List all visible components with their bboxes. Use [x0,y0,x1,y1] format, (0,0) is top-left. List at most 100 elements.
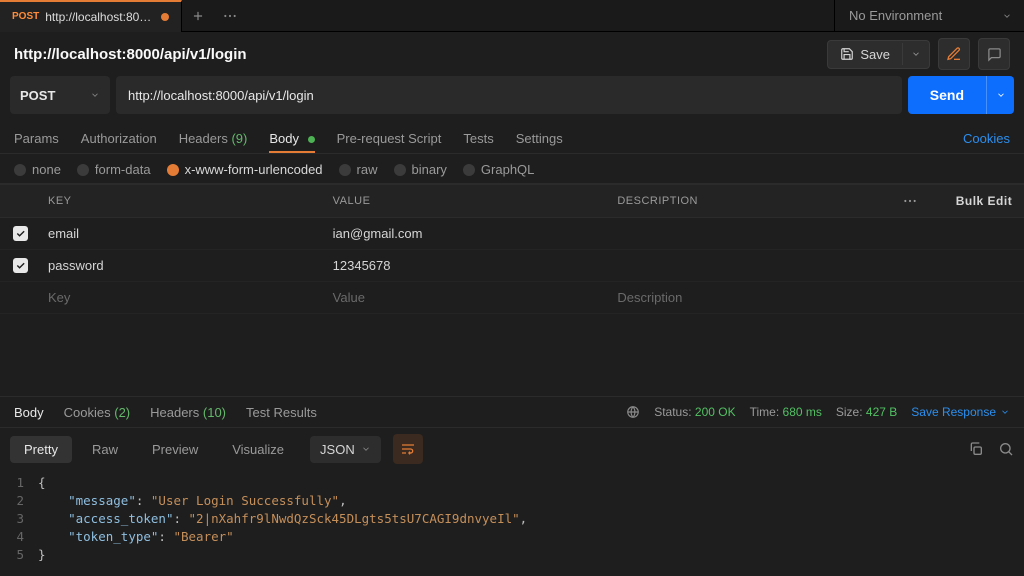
line-number: 2 [0,492,38,510]
url-input[interactable]: http://localhost:8000/api/v1/login [116,76,902,114]
http-method-select[interactable]: POST [10,76,110,114]
line-number: 4 [0,528,38,546]
tab-headers[interactable]: Headers (9) [179,131,248,146]
kv-header-row: KEY VALUE DESCRIPTION Bulk Edit [0,184,1024,218]
kv-header-value: VALUE [325,195,610,207]
kv-row-new[interactable]: Key Value Description [0,282,1024,314]
row-checkbox[interactable] [13,226,28,241]
tab-body[interactable]: Body [269,131,314,146]
kv-header-key: KEY [40,195,325,207]
body-type-graphql[interactable]: GraphQL [463,162,534,177]
check-icon [15,228,26,239]
save-icon [840,47,854,61]
response-toolbar: Pretty Raw Preview Visualize JSON [0,428,1024,470]
tab-headers-count: (9) [231,131,247,146]
tab-title: http://localhost:8000/ [45,10,155,24]
tab-overflow-button[interactable] [214,8,246,24]
kv-key-cell[interactable]: password [40,258,325,273]
check-icon [15,260,26,271]
tab-params[interactable]: Params [14,131,59,146]
resp-tab-cookies[interactable]: Cookies (2) [64,405,130,420]
radio-icon [463,164,475,176]
cookies-link[interactable]: Cookies [963,131,1010,146]
wrap-icon [400,441,416,457]
copy-icon [968,441,984,457]
view-raw[interactable]: Raw [78,436,132,463]
view-visualize[interactable]: Visualize [218,436,298,463]
kv-row: password 12345678 [0,250,1024,282]
line-number: 1 [0,474,38,492]
status-time: 680 ms [783,405,822,419]
tab-prerequest[interactable]: Pre-request Script [337,131,442,146]
chevron-down-icon [90,90,100,100]
tab-auth[interactable]: Authorization [81,131,157,146]
kv-value-cell[interactable]: 12345678 [325,258,610,273]
resp-tab-tests[interactable]: Test Results [246,405,317,420]
row-checkbox[interactable] [13,258,28,273]
chevron-down-icon [1000,407,1010,417]
radio-icon [14,164,26,176]
tab-method-label: POST [12,11,39,22]
save-options-button[interactable] [902,43,929,65]
resp-tab-body[interactable]: Body [14,405,44,420]
kv-value-placeholder[interactable]: Value [325,290,610,305]
comment-icon [987,47,1002,62]
resp-tab-headers[interactable]: Headers (10) [150,405,226,420]
request-tabs: Params Authorization Headers (9) Body Pr… [0,124,1024,154]
status-code: 200 OK [695,405,736,419]
dots-icon [902,193,918,209]
line-number: 3 [0,510,38,528]
split-gap [0,314,1024,396]
globe-icon[interactable] [626,405,640,419]
http-method-label: POST [20,88,55,103]
radio-icon [394,164,406,176]
send-label: Send [930,87,964,103]
radio-icon [339,164,351,176]
line-number: 5 [0,546,38,564]
wrap-lines-button[interactable] [393,434,423,464]
tab-bar: POST http://localhost:8000/ No Environme… [0,0,1024,32]
save-button[interactable]: Save [828,41,902,68]
bulk-edit-button[interactable]: Bulk Edit [944,194,1024,208]
view-pretty[interactable]: Pretty [10,436,72,463]
kv-columns-button[interactable] [894,193,944,209]
kv-header-desc: DESCRIPTION [609,195,894,207]
pencil-icon [946,46,962,62]
new-tab-button[interactable] [182,9,214,23]
save-response-button[interactable]: Save Response [911,405,1010,419]
search-icon [998,441,1014,457]
tab-tests[interactable]: Tests [463,131,493,146]
response-status-bar: Status: 200 OK Time: 680 ms Size: 427 B … [626,405,1010,419]
send-button[interactable]: Send [908,76,986,114]
tab-headers-label: Headers [179,131,228,146]
body-type-formdata[interactable]: form-data [77,162,151,177]
edit-button[interactable] [938,38,970,70]
kv-value-cell[interactable]: ian@gmail.com [325,226,610,241]
response-body[interactable]: 1{ 2 "message": "User Login Successfully… [0,470,1024,564]
kv-key-cell[interactable]: email [40,226,325,241]
comments-button[interactable] [978,38,1010,70]
format-select[interactable]: JSON [310,436,381,463]
unsaved-dot-icon [161,13,169,21]
send-button-group: Send [908,76,1014,114]
tab-settings[interactable]: Settings [516,131,563,146]
radio-icon [77,164,89,176]
save-button-group: Save [827,40,930,69]
send-options-button[interactable] [986,76,1014,114]
kv-row: email ian@gmail.com [0,218,1024,250]
kv-desc-placeholder[interactable]: Description [609,290,894,305]
url-row: POST http://localhost:8000/api/v1/login … [0,76,1024,124]
chevron-down-icon [1002,11,1012,21]
title-row: http://localhost:8000/api/v1/login Save [0,32,1024,76]
body-type-raw[interactable]: raw [339,162,378,177]
request-tab[interactable]: POST http://localhost:8000/ [0,0,182,32]
environment-select[interactable]: No Environment [834,0,1024,32]
body-type-none[interactable]: none [14,162,61,177]
copy-response-button[interactable] [968,441,984,457]
view-preview[interactable]: Preview [138,436,212,463]
body-type-binary[interactable]: binary [394,162,447,177]
kv-key-placeholder[interactable]: Key [40,290,325,305]
search-response-button[interactable] [998,441,1014,457]
body-type-urlencoded[interactable]: x-www-form-urlencoded [167,162,323,177]
body-type-row: none form-data x-www-form-urlencoded raw… [0,154,1024,184]
